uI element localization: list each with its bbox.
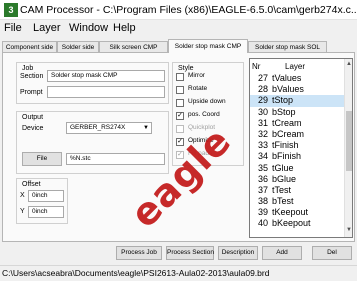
layer-number: 39 bbox=[257, 207, 268, 218]
offset-x-input[interactable]: 0inch bbox=[28, 190, 64, 202]
description-button[interactable]: Description bbox=[218, 246, 258, 260]
layer-list[interactable]: Nr Layer 27 tValues 28 bValues 29 tStop 30 bSto… bbox=[249, 58, 353, 238]
add-button[interactable]: Add bbox=[262, 246, 302, 260]
layer-name: bCream bbox=[272, 128, 305, 139]
title-bar: 3 CAM Processor - C:\Program Files (x86)… bbox=[0, 0, 357, 20]
layer-name: bValues bbox=[272, 84, 304, 95]
process-job-button[interactable]: Process Job bbox=[116, 246, 162, 260]
layer-number: 30 bbox=[257, 106, 268, 117]
layer-list-item[interactable]: 40 bKeepout bbox=[250, 218, 344, 229]
rotate-label: Rotate bbox=[188, 85, 208, 92]
process-section-button[interactable]: Process Section bbox=[166, 246, 214, 260]
layer-name: bStop bbox=[272, 106, 296, 117]
layer-name: tCream bbox=[272, 117, 302, 128]
mirror-label: Mirror bbox=[188, 72, 205, 79]
file-input[interactable]: %N.stc bbox=[66, 153, 165, 165]
offset-y-label: Y bbox=[20, 208, 25, 215]
device-select[interactable]: GERBER_RS274X ▼ bbox=[66, 122, 152, 134]
layer-number: 36 bbox=[257, 173, 268, 184]
status-path: C:\Users\acseabra\Documents\eagle\PSI261… bbox=[2, 268, 270, 278]
layer-name: bTest bbox=[272, 196, 294, 207]
layer-list-item[interactable]: 28 bValues bbox=[250, 84, 344, 95]
upside-down-checkbox[interactable] bbox=[176, 99, 184, 107]
layer-list-header[interactable]: Nr Layer bbox=[250, 59, 344, 73]
layer-list-item[interactable]: 29 tStop bbox=[250, 95, 344, 107]
rotate-checkbox[interactable] bbox=[176, 86, 184, 94]
offset-x-label: X bbox=[20, 192, 25, 199]
layer-number: 38 bbox=[257, 196, 268, 207]
layer-name: tKeepout bbox=[272, 207, 309, 218]
scroll-down-icon[interactable]: ▼ bbox=[346, 227, 352, 233]
del-button[interactable]: Del bbox=[312, 246, 352, 260]
layer-list-item[interactable]: 34 bFinish bbox=[250, 151, 344, 162]
upside-down-label: Upside down bbox=[188, 98, 226, 105]
window-title: CAM Processor - C:\Program Files (x86)\E… bbox=[20, 4, 357, 16]
layer-number: 27 bbox=[257, 73, 268, 83]
layer-number: 28 bbox=[257, 84, 268, 95]
scroll-thumb[interactable] bbox=[346, 111, 352, 171]
layer-list-item[interactable]: 35 tGlue bbox=[250, 163, 344, 174]
offset-y-input[interactable]: 0inch bbox=[28, 206, 64, 218]
layer-list-item[interactable]: 36 bGlue bbox=[250, 174, 344, 185]
layer-name: bFinish bbox=[272, 151, 302, 162]
pos-coord-label: pos. Coord bbox=[188, 111, 220, 118]
layer-name: bGlue bbox=[272, 173, 297, 184]
device-label: Device bbox=[22, 125, 44, 132]
layer-list-scrollbar[interactable]: ▲ ▼ bbox=[344, 59, 352, 237]
job-group-title: Job bbox=[21, 65, 35, 72]
mirror-checkbox[interactable] bbox=[176, 73, 184, 81]
section-label: Section bbox=[20, 73, 44, 80]
layer-name: tStop bbox=[272, 95, 294, 106]
menu-window[interactable]: Window bbox=[69, 22, 108, 34]
prompt-input[interactable] bbox=[47, 86, 165, 98]
section-input[interactable]: Solder stop mask CMP bbox=[47, 70, 165, 82]
layer-list-item[interactable]: 37 tTest bbox=[250, 185, 344, 196]
tab-solder-stop-mask-cmp[interactable]: Solder stop mask CMP bbox=[168, 39, 248, 53]
layer-number: 29 bbox=[257, 95, 268, 106]
cam-app-icon: 3 bbox=[4, 3, 18, 17]
layer-number: 37 bbox=[257, 184, 268, 195]
layer-number: 32 bbox=[257, 128, 268, 139]
layer-list-item[interactable]: 31 tCream bbox=[250, 118, 344, 129]
quickplot-checkbox bbox=[176, 125, 184, 133]
pos-coord-checkbox[interactable]: ✓ bbox=[176, 112, 184, 120]
layer-list-item[interactable]: 39 tKeepout bbox=[250, 207, 344, 218]
layer-name: tValues bbox=[272, 73, 302, 83]
layer-column-header[interactable]: Layer bbox=[285, 62, 305, 71]
file-button[interactable]: File bbox=[22, 152, 62, 166]
layer-number: 34 bbox=[257, 151, 268, 162]
layer-name: tTest bbox=[272, 184, 292, 195]
layer-number: 40 bbox=[257, 218, 268, 229]
offset-group-title: Offset bbox=[21, 181, 42, 188]
layer-list-item[interactable]: 27 tValues bbox=[250, 73, 344, 84]
layer-number: 31 bbox=[257, 117, 268, 128]
tab-strip: Component side Solder side Silk screen C… bbox=[0, 38, 357, 53]
output-group-title: Output bbox=[21, 114, 45, 121]
layer-list-item[interactable]: 38 bTest bbox=[250, 196, 344, 207]
layer-list-item[interactable]: 32 bCream bbox=[250, 129, 344, 140]
nr-column-header[interactable]: Nr bbox=[252, 62, 260, 71]
menu-bar: File Layer Window Help bbox=[0, 20, 357, 38]
layer-list-item[interactable]: 30 bStop bbox=[250, 107, 344, 118]
layer-name: tGlue bbox=[272, 162, 294, 173]
status-bar: C:\Users\acseabra\Documents\eagle\PSI261… bbox=[0, 265, 357, 281]
menu-help[interactable]: Help bbox=[113, 22, 136, 34]
chevron-down-icon: ▼ bbox=[143, 125, 149, 131]
layer-list-item[interactable]: 33 tFinish bbox=[250, 140, 344, 151]
layer-name: tFinish bbox=[272, 140, 299, 151]
menu-file[interactable]: File bbox=[4, 22, 22, 34]
device-value: GERBER_RS274X bbox=[70, 124, 126, 131]
menu-layer[interactable]: Layer bbox=[33, 22, 61, 34]
scroll-up-icon[interactable]: ▲ bbox=[346, 61, 352, 67]
layer-name: bKeepout bbox=[272, 218, 311, 229]
style-group-title: Style bbox=[177, 65, 195, 72]
layer-number: 35 bbox=[257, 162, 268, 173]
prompt-label: Prompt bbox=[20, 89, 43, 96]
layer-rows: 27 tValues 28 bValues 29 tStop 30 bStop 31 tCream… bbox=[250, 73, 344, 230]
layer-number: 33 bbox=[257, 140, 268, 151]
